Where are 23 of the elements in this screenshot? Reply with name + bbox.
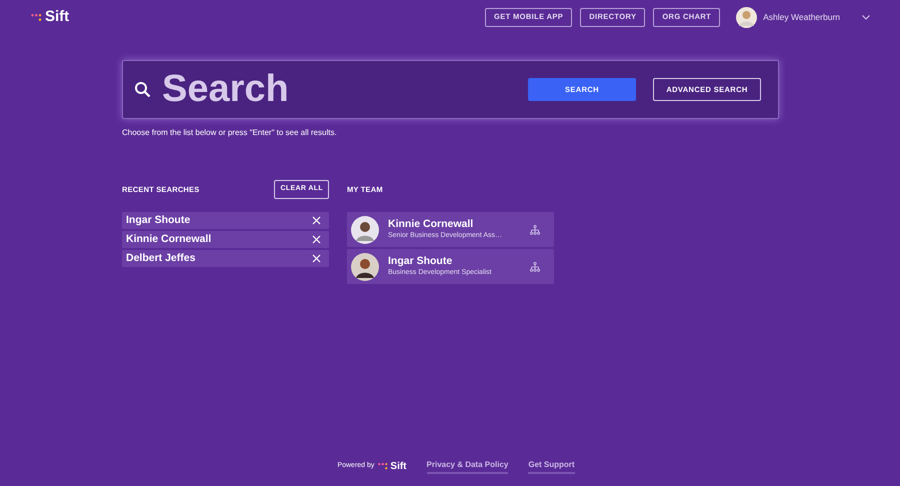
avatar <box>351 216 379 244</box>
org-chart-icon[interactable] <box>530 262 540 272</box>
search-hint: Choose from the list below or press "Enter" to see all results. <box>122 127 338 139</box>
logo-text: Sift <box>390 460 407 474</box>
footer-link[interactable]: Privacy & Data Policy <box>426 459 508 474</box>
recent-search-item[interactable]: Delbert Jeffes <box>122 250 329 267</box>
logo-dots-icon <box>378 462 390 471</box>
logo-text: Sift <box>45 6 70 27</box>
search-icon <box>134 81 151 98</box>
member-name: Ingar Shoute <box>388 254 454 268</box>
member-name: Kinnie Cornewall <box>388 218 474 231</box>
recent-search-item[interactable]: Ingar Shoute <box>122 212 329 229</box>
close-icon[interactable] <box>312 254 321 263</box>
chevron-down-icon[interactable] <box>862 14 870 20</box>
user-name: Ashley Weatherburn <box>763 10 840 24</box>
user-avatar[interactable] <box>736 6 758 28</box>
avatar <box>351 252 379 280</box>
logo-dots-icon <box>31 12 43 22</box>
footer-link[interactable]: Get Support <box>528 459 575 474</box>
recent-search-item[interactable]: Kinnie Cornewall <box>122 231 329 248</box>
close-icon[interactable] <box>312 235 321 244</box>
org-chart-icon[interactable] <box>530 224 540 234</box>
close-icon[interactable] <box>312 216 321 225</box>
